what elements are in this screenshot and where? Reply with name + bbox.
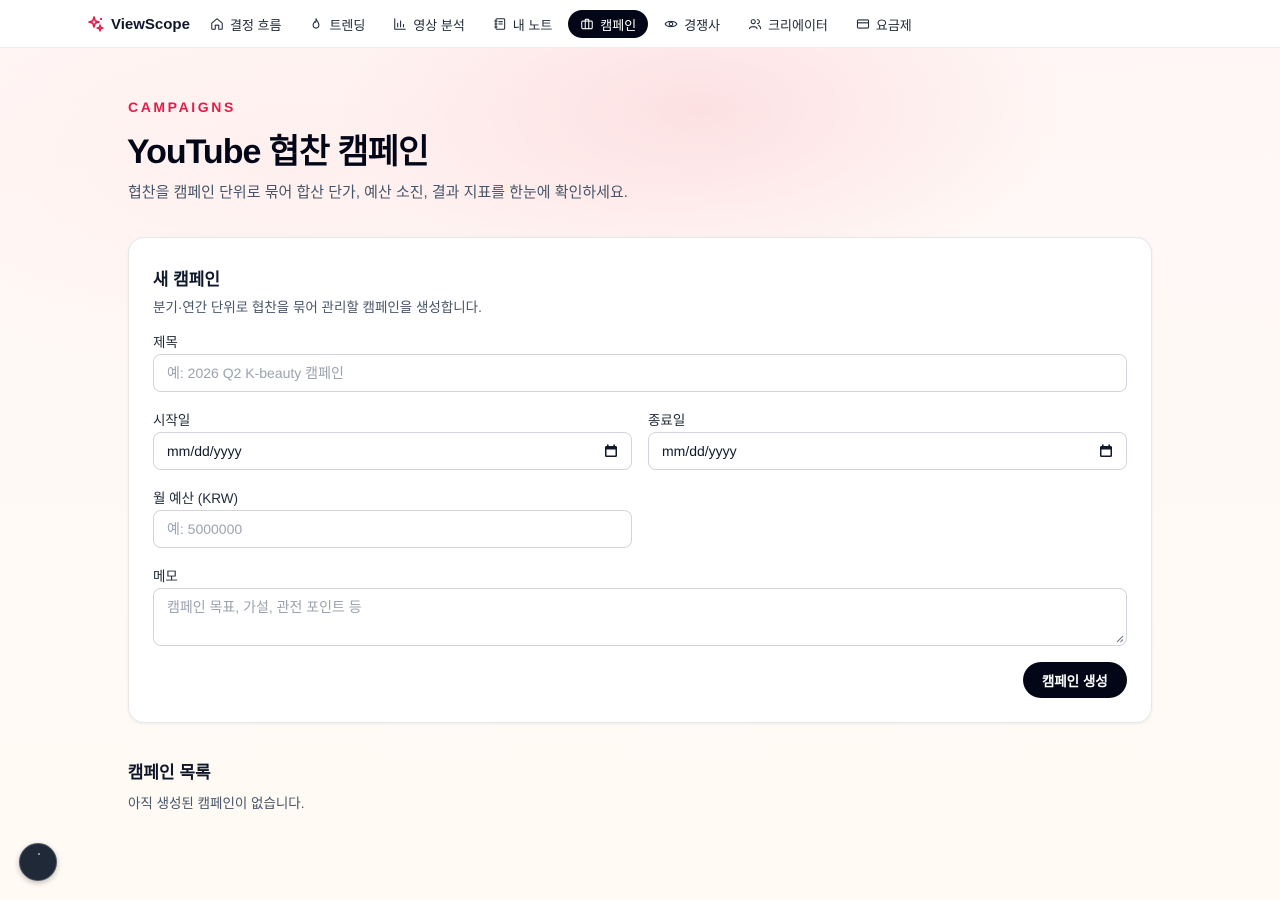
users-icon <box>749 19 762 30</box>
nav-item-competitors[interactable]: 경쟁사 <box>652 10 732 38</box>
nav-item-label: 내 노트 <box>512 17 553 33</box>
brand-logo[interactable]: ViewScope <box>88 14 190 34</box>
resize-handle-icon[interactable] <box>1116 635 1124 643</box>
nav-item-label: 결정 흐름 <box>230 17 282 33</box>
end-date-value: mm/dd/yyyy <box>662 443 737 459</box>
nav-item-label: 크리에이터 <box>768 17 828 33</box>
nav-item-trending[interactable]: 트렌딩 <box>297 10 377 38</box>
end-date-label: 종료일 <box>648 413 686 428</box>
title-label: 제목 <box>153 335 178 350</box>
nav-item-label: 요금제 <box>875 17 912 33</box>
briefcase-icon <box>581 18 594 30</box>
budget-input[interactable] <box>153 510 632 548</box>
new-campaign-card: 새 캠페인 분기·연간 단위로 협찬을 묶어 관리할 캠페인을 생성합니다. 제… <box>128 237 1152 723</box>
memo-label: 메모 <box>153 569 178 584</box>
top-nav: ViewScope 결정 흐름 트렌딩 영상 분석 내 노트 캠페인 경쟁사 크… <box>0 0 1280 48</box>
end-date-input[interactable]: mm/dd/yyyy <box>648 432 1127 470</box>
sparkle-icon <box>88 16 104 32</box>
nav-item-my-notes[interactable]: 내 노트 <box>481 10 565 38</box>
bar-chart-icon <box>394 18 407 30</box>
nav-item-pricing[interactable]: 요금제 <box>844 10 924 38</box>
nav-item-creators[interactable]: 크리에이터 <box>736 10 840 38</box>
section-eyebrow: CAMPAIGNS <box>128 99 236 115</box>
brand-name: ViewScope <box>111 15 190 33</box>
notebook-icon <box>494 18 505 30</box>
calendar-icon[interactable] <box>1099 444 1113 458</box>
nav-item-label: 트렌딩 <box>329 17 366 33</box>
nav-item-label: 캠페인 <box>600 17 637 33</box>
start-date-label: 시작일 <box>153 413 191 428</box>
main-nav: 결정 흐름 트렌딩 영상 분석 내 노트 캠페인 경쟁사 크리에이터 요금제 <box>198 10 924 38</box>
calendar-icon[interactable] <box>604 444 618 458</box>
memo-textarea[interactable] <box>153 588 1127 646</box>
nav-item-label: 영상 분석 <box>413 17 465 33</box>
credit-card-icon <box>856 19 869 29</box>
nav-item-decision-flow[interactable]: 결정 흐름 <box>198 10 293 38</box>
card-title: 새 캠페인 <box>153 270 221 289</box>
card-subtitle: 분기·연간 단위로 협찬을 묶어 관리할 캠페인을 생성합니다. <box>153 300 482 315</box>
start-date-input[interactable]: mm/dd/yyyy <box>153 432 632 470</box>
create-campaign-button[interactable]: 캠페인 생성 <box>1023 662 1127 698</box>
page-title: YouTube 협찬 캠페인 <box>127 133 430 171</box>
nav-item-label: 경쟁사 <box>684 17 721 33</box>
floating-assistant-button[interactable] <box>19 843 57 881</box>
start-date-value: mm/dd/yyyy <box>167 443 242 459</box>
home-icon <box>211 18 223 30</box>
campaign-list-title: 캠페인 목록 <box>128 763 211 782</box>
eye-icon <box>664 20 678 28</box>
title-input[interactable] <box>153 354 1127 392</box>
page-subtitle: 협찬을 캠페인 단위로 묶어 합산 단가, 예산 소진, 결과 지표를 한눈에 … <box>128 184 628 201</box>
flame-icon <box>313 18 320 29</box>
nav-item-video-analysis[interactable]: 영상 분석 <box>381 10 476 38</box>
campaign-list-empty-state: 아직 생성된 캠페인이 없습니다. <box>128 796 305 811</box>
budget-label: 월 예산 (KRW) <box>153 491 239 506</box>
nav-item-campaigns[interactable]: 캠페인 <box>568 10 649 38</box>
